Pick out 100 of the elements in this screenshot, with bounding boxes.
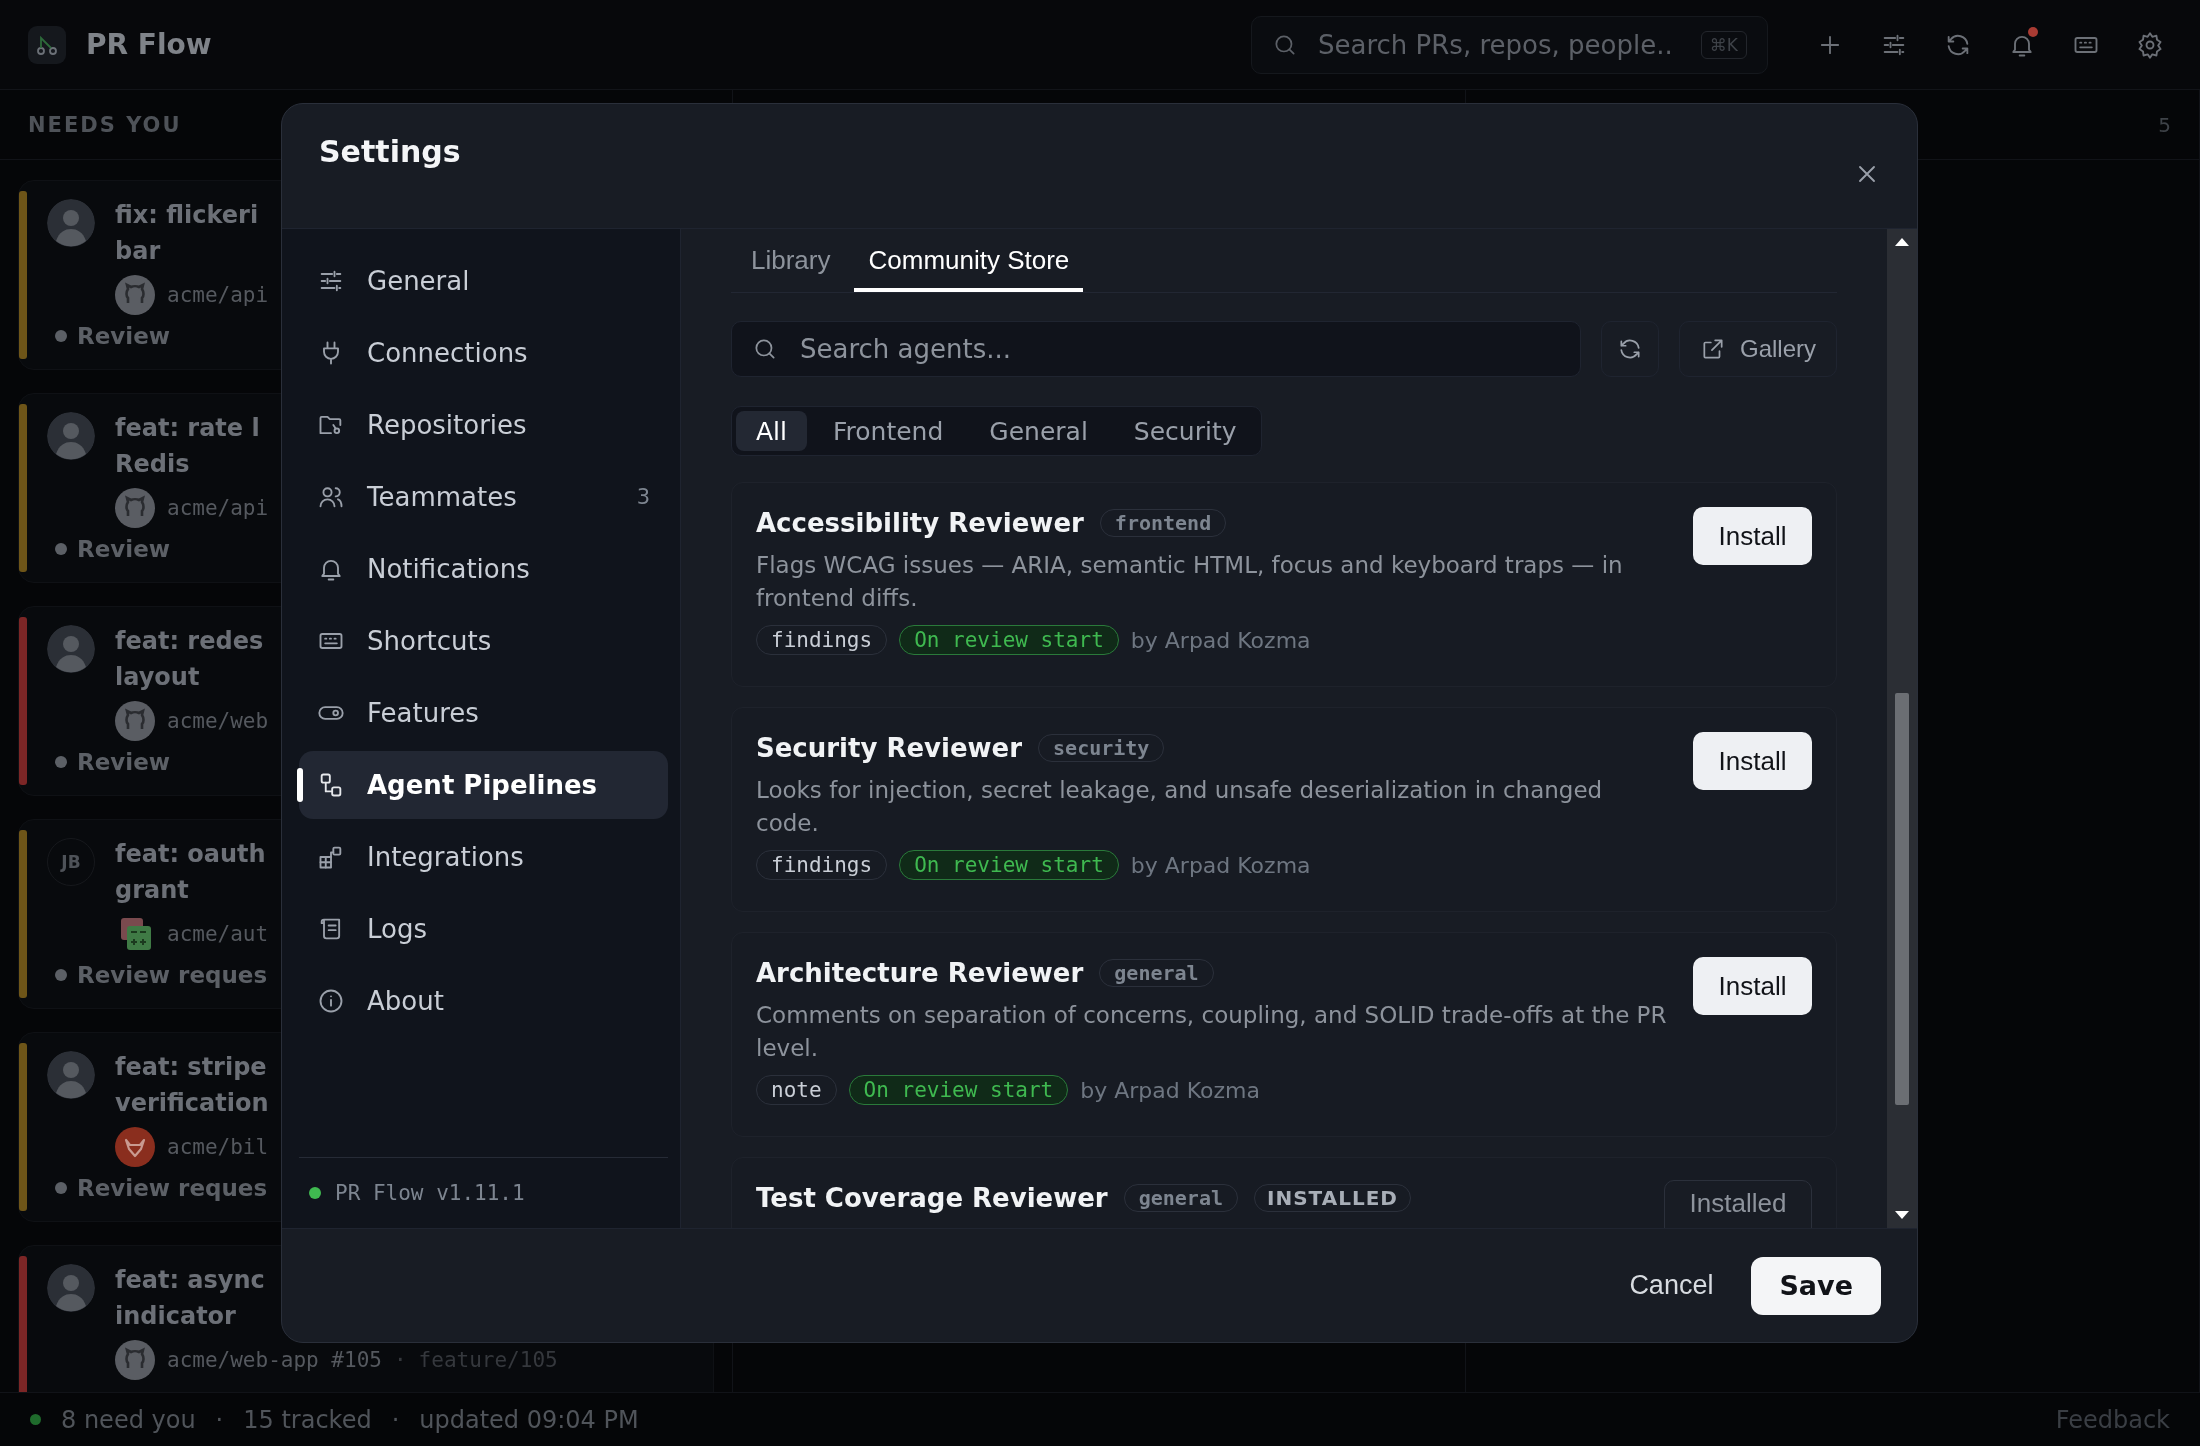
agent-description: Looks for injection, secret leakage, and unsafe deserialization in changed code. <box>756 776 1604 838</box>
cat-icon <box>115 488 155 528</box>
sidebar-item[interactable]: Integrations <box>299 823 668 891</box>
filter-chip[interactable]: Frontend <box>813 411 964 451</box>
install-button[interactable]: Install <box>1693 957 1812 1015</box>
sidebar-item[interactable]: Shortcuts <box>299 607 668 675</box>
pr-title: verification <box>115 1088 269 1119</box>
separator: · <box>215 1405 224 1434</box>
status-dot <box>55 756 67 768</box>
status-label: Review reques <box>77 962 268 988</box>
avatar-icon <box>47 1051 95 1099</box>
status-dot <box>55 969 67 981</box>
sidebar-item[interactable]: Repositories <box>299 391 668 459</box>
sidebar-item[interactable]: General <box>299 247 668 315</box>
cat-icon <box>115 1340 155 1380</box>
scrollbar[interactable] <box>1887 229 1917 1228</box>
dialog-title: Settings <box>319 134 461 169</box>
filter-chip[interactable]: Security <box>1113 411 1257 451</box>
tab[interactable]: Community Store <box>854 229 1084 292</box>
author-label: by Arpad Kozma <box>1130 627 1311 653</box>
install-button[interactable]: Install <box>1693 732 1812 790</box>
pr-title: indicator <box>115 1301 237 1332</box>
agent-name: Architecture Reviewer <box>756 958 1084 988</box>
sidebar-item[interactable]: Logs <box>299 895 668 963</box>
pr-title: feat: redes <box>115 626 265 657</box>
install-button[interactable]: Install <box>1693 507 1812 565</box>
tab[interactable]: Library <box>737 229 845 292</box>
avatar-icon <box>47 412 95 460</box>
agent-description: Flags WCAG issues — ARIA, semantic HTML, focus and keyboard traps — in frontend diffs. <box>756 551 1624 613</box>
sidebar-item[interactable]: Notifications <box>299 535 668 603</box>
column-heading: NEEDS YOU <box>28 112 182 137</box>
sidebar-item[interactable]: Agent Pipelines <box>299 751 668 819</box>
avatar-icon <box>47 625 95 673</box>
status-dot <box>55 330 67 342</box>
cat-icon <box>115 275 155 315</box>
agent-name: Accessibility Reviewer <box>756 508 1084 538</box>
gallery-button[interactable]: Gallery <box>1678 321 1837 377</box>
refresh-button[interactable] <box>1600 321 1659 377</box>
filter-chip[interactable]: General <box>969 411 1108 451</box>
sidebar-item[interactable]: About <box>299 967 668 1035</box>
search-input[interactable]: Search PRs, repos, people.. <box>1316 28 1683 61</box>
trigger-tag: On review start <box>899 850 1119 880</box>
repo-name: acme/aut <box>167 922 269 946</box>
cancel-button[interactable]: Cancel <box>1623 1269 1720 1302</box>
save-button[interactable]: Save <box>1751 1256 1881 1315</box>
agent-description: Comments on separation of concerns, coupling, and SOLID trade-offs at the PR level. <box>756 1001 1668 1063</box>
pr-title: feat: async <box>115 1265 266 1296</box>
pr-title: grant <box>115 875 190 906</box>
fox-icon <box>115 1127 155 1167</box>
status-dot <box>309 1187 321 1199</box>
agent-name: Security Reviewer <box>756 733 1023 763</box>
scroll-up-icon[interactable] <box>1895 237 1909 247</box>
search-input[interactable]: Search agents... <box>798 333 1560 365</box>
active-indicator <box>297 768 303 802</box>
pr-title: Redis <box>115 449 191 480</box>
repo-name: acme/web-app #105 <box>167 1348 382 1372</box>
cat-icon <box>115 701 155 741</box>
trigger-tag: On review start <box>899 625 1119 655</box>
tracked-count: 15 tracked <box>243 1405 372 1434</box>
agent-name: Test Coverage Reviewer <box>756 1183 1108 1213</box>
info-icon <box>317 987 345 1015</box>
repo-name: acme/web <box>167 709 269 733</box>
sidebar-item[interactable]: Teammates 3 <box>299 463 668 531</box>
app-logo-icon <box>28 25 66 64</box>
pr-title: feat: stripe <box>115 1052 268 1083</box>
avatar-icon <box>47 1264 95 1312</box>
author-label: by Arpad Kozma <box>1130 852 1311 878</box>
sidebar-item[interactable]: Connections <box>299 319 668 387</box>
pr-title: feat: oauth <box>115 839 267 870</box>
item-count: 3 <box>636 485 650 509</box>
separator: · <box>391 1405 400 1434</box>
search-field[interactable]: Search agents... <box>731 321 1581 377</box>
status-label: Review <box>77 323 171 349</box>
pr-title: bar <box>115 236 162 267</box>
scroll-down-icon[interactable] <box>1895 1210 1909 1220</box>
app-name: PR Flow <box>86 28 212 61</box>
repo-name: acme/api <box>167 496 269 520</box>
version-label: PR Flow v1.11.1 <box>335 1181 525 1205</box>
repo-name: acme/api <box>167 283 269 307</box>
trigger-tag: On review start <box>848 1075 1069 1105</box>
status-label: Review <box>77 749 171 775</box>
installed-button[interactable]: Installed <box>1664 1180 1812 1228</box>
filter-chip[interactable]: All <box>736 411 807 451</box>
pr-title: fix: flickeri <box>115 200 260 231</box>
status-dot <box>55 543 67 555</box>
settings-icon <box>2136 30 2164 59</box>
status-label: Review reques <box>77 1175 268 1201</box>
status-dot <box>55 1182 67 1194</box>
scroll-thumb[interactable] <box>1895 693 1909 1105</box>
status-label: Review <box>77 536 171 562</box>
sidebar-item[interactable]: Features <box>299 679 668 747</box>
column-count: 5 <box>2158 112 2171 137</box>
status-dot <box>30 1414 41 1425</box>
separator: · <box>393 1348 407 1372</box>
need-you-count: 8 need you <box>61 1405 196 1434</box>
updated-time: updated 09:04 PM <box>419 1405 639 1434</box>
pr-title: feat: rate l <box>115 413 261 444</box>
shortcut-hint: ⌘K <box>1700 30 1747 59</box>
author-label: by Arpad Kozma <box>1080 1077 1260 1103</box>
avatar-icon <box>47 199 95 247</box>
